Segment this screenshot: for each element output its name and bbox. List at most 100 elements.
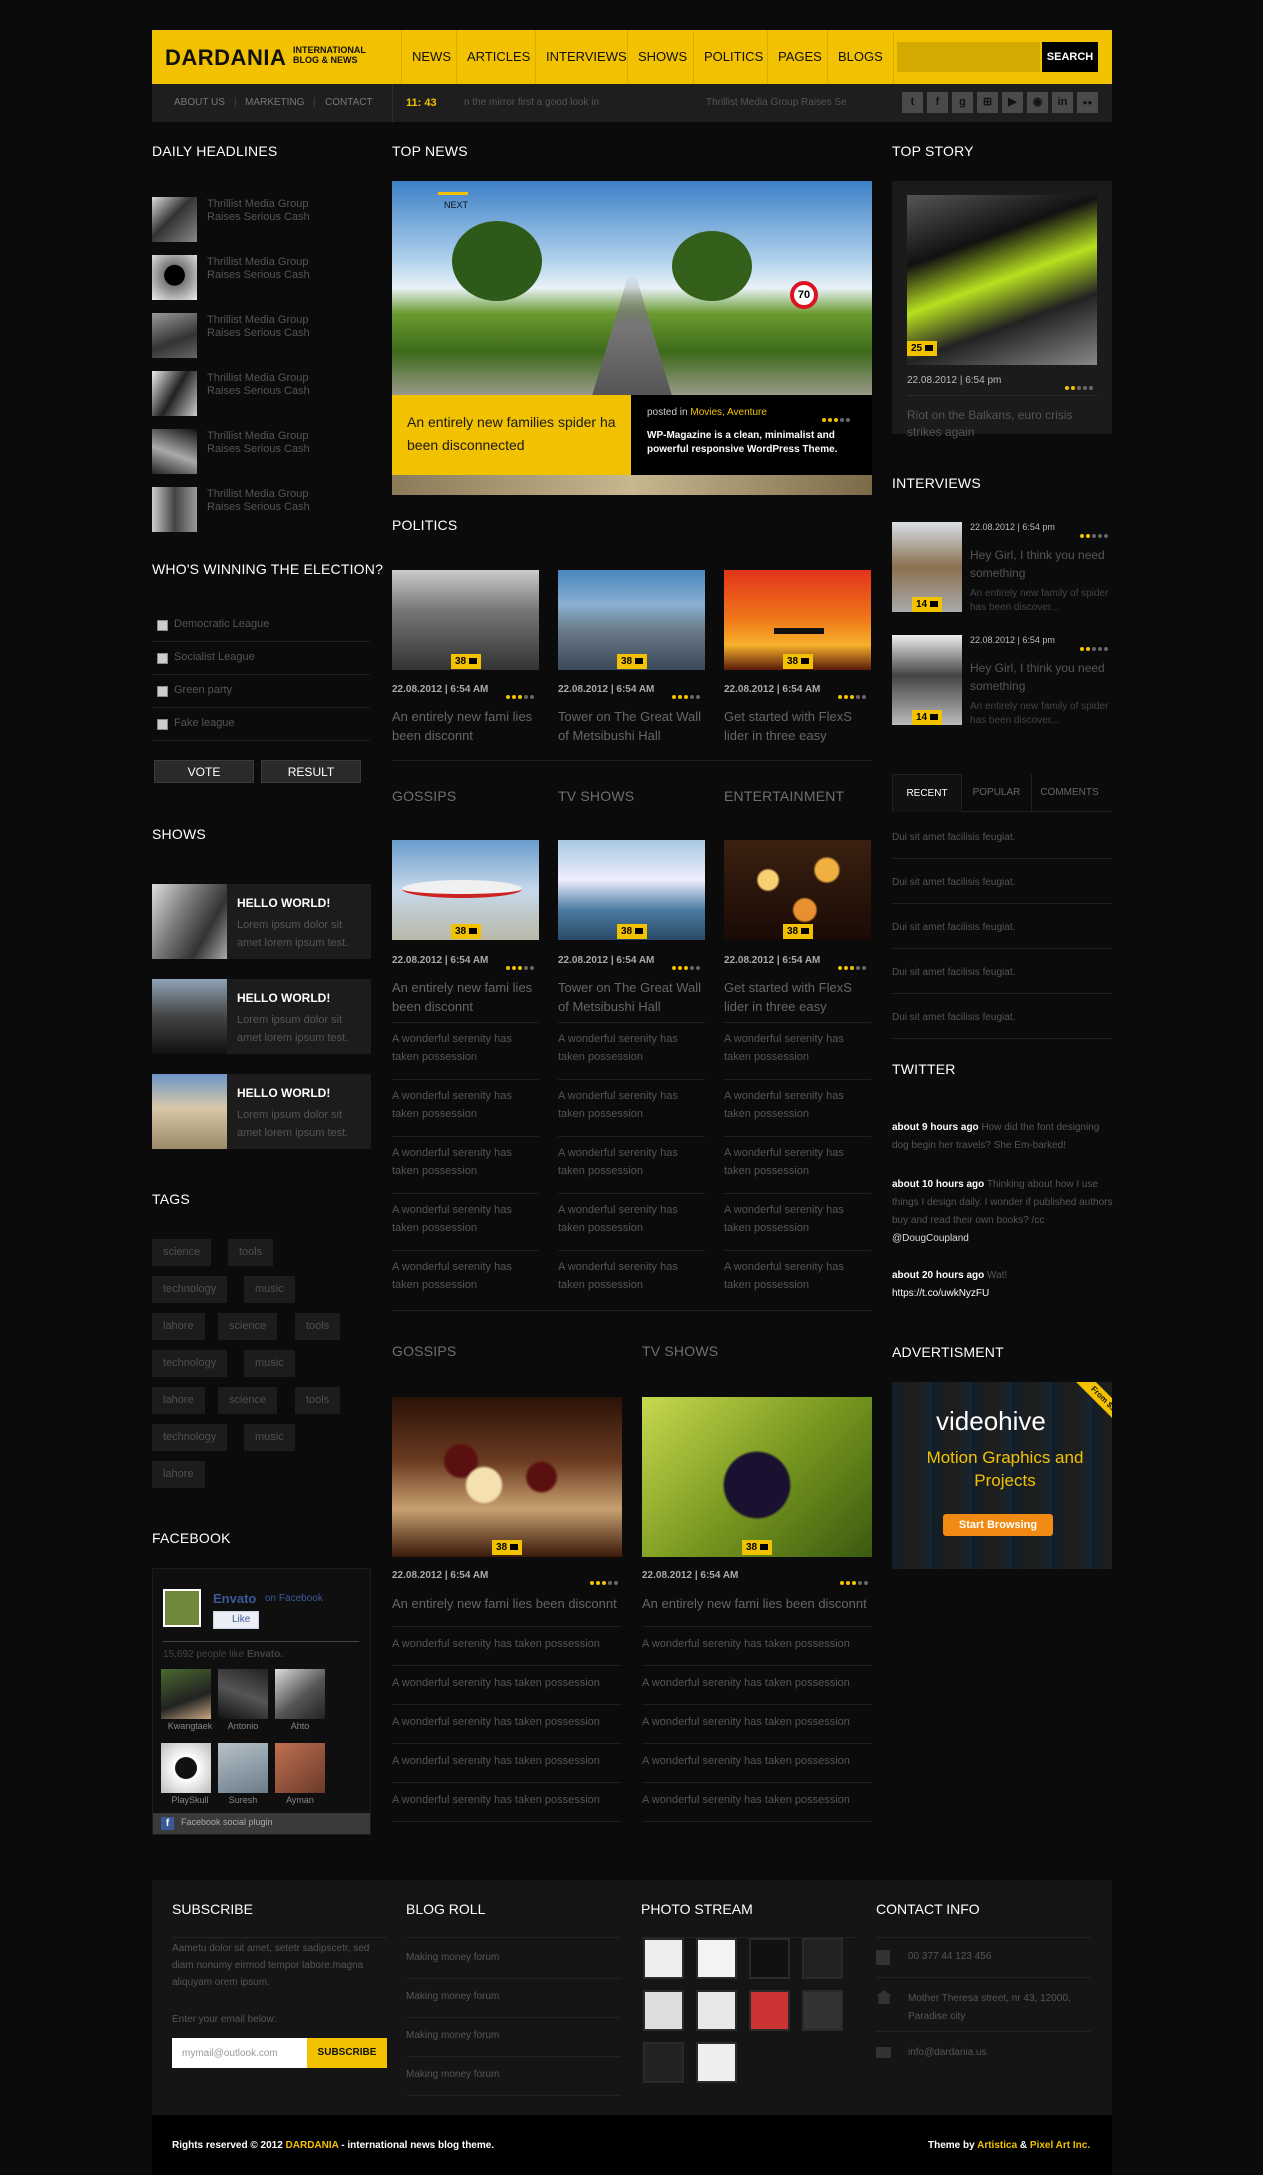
credit-link[interactable]: Pixel Art Inc. [1030, 2140, 1090, 2151]
blogroll-link[interactable]: Making money forum [406, 1991, 499, 2002]
checkbox[interactable] [157, 686, 168, 697]
fb-face[interactable] [218, 1669, 268, 1719]
ad-cta-button[interactable]: Start Browsing [943, 1514, 1053, 1536]
top-story-image[interactable] [907, 195, 1097, 365]
google-icon[interactable]: g [952, 92, 973, 113]
photo-thumb[interactable] [749, 1938, 790, 1979]
comment-badge[interactable]: 14 [912, 710, 943, 725]
list-item-link[interactable]: A wonderful serenity has taken possessio… [724, 1201, 864, 1237]
poll-option[interactable]: Democratic League [152, 609, 370, 642]
fb-face[interactable] [275, 1669, 325, 1719]
list-item-link[interactable]: A wonderful serenity has taken possessio… [724, 1258, 864, 1294]
list-item-link[interactable]: A wonderful serenity has taken possessio… [724, 1030, 864, 1066]
tag[interactable]: science [152, 1239, 212, 1266]
tag[interactable]: tools [295, 1387, 341, 1414]
tab-recent[interactable]: RECENT [892, 774, 962, 812]
tweet-link[interactable]: https://t.co/uwkNyzFU [892, 1288, 989, 1299]
headline-thumb[interactable] [152, 197, 197, 242]
list-item-link[interactable]: A wonderful serenity has taken possessio… [642, 1713, 872, 1731]
search-button[interactable]: SEARCH [1042, 42, 1098, 72]
list-item-link[interactable]: A wonderful serenity has taken possessio… [392, 1144, 532, 1180]
post-title[interactable]: An entirely new fami lies been disconnt [392, 1594, 632, 1613]
fb-page-name[interactable]: Envato [213, 1591, 256, 1606]
show-item[interactable]: HELLO WORLD! Lorem ipsum dolor sit amet … [152, 979, 371, 1054]
headline-link[interactable]: Thrillist Media Group Raises Serious Cas… [207, 314, 322, 340]
ad-banner[interactable]: From $5 videohive Motion Graphics and Pr… [892, 1382, 1112, 1569]
tag[interactable]: music [244, 1276, 295, 1303]
fb-face[interactable] [275, 1743, 325, 1793]
photo-thumb[interactable] [802, 1990, 843, 2031]
nav-shows[interactable]: SHOWS [627, 30, 697, 84]
email-input[interactable] [172, 2038, 307, 2068]
headline-thumb[interactable] [152, 371, 197, 416]
headline-link[interactable]: Thrillist Media Group Raises Serious Cas… [207, 372, 322, 398]
list-item-link[interactable]: A wonderful serenity has taken possessio… [392, 1030, 532, 1066]
headline-link[interactable]: Thrillist Media Group Raises Serious Cas… [207, 256, 322, 282]
checkbox[interactable] [157, 653, 168, 664]
nav-blogs[interactable]: BLOGS [827, 30, 894, 84]
slider-categories[interactable]: Movies, Aventure [690, 407, 767, 418]
headline-thumb[interactable] [152, 487, 197, 532]
comment-badge[interactable]: 38 [451, 654, 482, 669]
gossips-image[interactable] [392, 1397, 622, 1557]
list-item-link[interactable]: A wonderful serenity has taken possessio… [558, 1144, 698, 1180]
tweet-time[interactable]: about 9 hours ago [892, 1122, 979, 1133]
vote-button[interactable]: VOTE [154, 760, 254, 783]
list-item-link[interactable]: A wonderful serenity has taken possessio… [558, 1258, 698, 1294]
interview-title[interactable]: Hey Girl, I think you need something [970, 546, 1110, 582]
tag[interactable]: science [218, 1313, 278, 1340]
photo-thumb[interactable] [696, 1990, 737, 2031]
comment-badge[interactable]: 25 [907, 341, 938, 356]
slider-caption[interactable]: An entirely new families spider ha been … [407, 411, 622, 457]
list-item-link[interactable]: A wonderful serenity has taken possessio… [392, 1201, 532, 1237]
slider-indicator-active[interactable] [438, 192, 468, 195]
windows-icon[interactable]: ⊞ [977, 92, 998, 113]
list-item-link[interactable]: A wonderful serenity has taken possessio… [642, 1791, 872, 1809]
poll-option[interactable]: Fake league [152, 708, 370, 741]
post-title[interactable]: Get started with FlexS lider in three ea… [724, 978, 871, 1016]
result-button[interactable]: RESULT [261, 760, 361, 783]
nav-articles[interactable]: ARTICLES [456, 30, 540, 84]
list-item-link[interactable]: A wonderful serenity has taken possessio… [724, 1087, 864, 1123]
comment-badge[interactable]: 14 [912, 597, 943, 612]
comment-badge[interactable]: 38 [617, 654, 648, 669]
tab-comments[interactable]: COMMENTS [1032, 774, 1107, 812]
nav-news[interactable]: NEWS [401, 30, 461, 84]
recent-item[interactable]: Dui sit amet facilisis feugiat. [892, 1012, 1015, 1023]
post-title[interactable]: An entirely new fami lies been disconnt [392, 707, 539, 745]
list-item-link[interactable]: A wonderful serenity has taken possessio… [558, 1087, 698, 1123]
ticker-item[interactable]: n the mirror first a good look in [464, 84, 599, 122]
list-item-link[interactable]: A wonderful serenity has taken possessio… [558, 1201, 698, 1237]
show-item[interactable]: HELLO WORLD! Lorem ipsum dolor sit amet … [152, 1074, 371, 1149]
comment-badge[interactable]: 38 [783, 654, 814, 669]
poll-option[interactable]: Green party [152, 675, 370, 708]
comment-badge[interactable]: 38 [451, 924, 482, 939]
fb-plugin-label[interactable]: Facebook social plugin [181, 1817, 273, 1827]
rss-icon[interactable]: ◉ [1027, 92, 1048, 113]
post-title[interactable]: An entirely new fami lies been disconnt [642, 1594, 882, 1613]
copyright-brand[interactable]: DARDANIA [286, 2140, 339, 2151]
slider-next[interactable]: NEXT [444, 200, 468, 210]
comment-badge[interactable]: 38 [742, 1540, 773, 1555]
list-item-link[interactable]: A wonderful serenity has taken possessio… [642, 1752, 872, 1770]
ticker-item[interactable]: Thrillist Media Group Raises Se [706, 84, 847, 122]
show-item[interactable]: HELLO WORLD! Lorem ipsum dolor sit amet … [152, 884, 371, 959]
list-item-link[interactable]: A wonderful serenity has taken possessio… [392, 1258, 532, 1294]
blogroll-link[interactable]: Making money forum [406, 2030, 499, 2041]
tag[interactable]: technology [152, 1276, 228, 1303]
tweet-handle[interactable]: @DougCoupland [892, 1233, 969, 1244]
tag[interactable]: music [244, 1424, 295, 1451]
comment-badge[interactable]: 38 [617, 924, 648, 939]
tag[interactable]: technology [152, 1350, 228, 1377]
photo-thumb[interactable] [802, 1938, 843, 1979]
logo[interactable]: DARDANIA [165, 45, 286, 71]
post-title[interactable]: Tower on The Great Wall of Metsibushi Ha… [558, 707, 705, 745]
list-item-link[interactable]: A wonderful serenity has taken possessio… [392, 1674, 622, 1692]
blogroll-link[interactable]: Making money forum [406, 2069, 499, 2080]
list-item-link[interactable]: A wonderful serenity has taken possessio… [558, 1030, 698, 1066]
flickr-icon[interactable]: ●● [1077, 92, 1098, 113]
contact-email[interactable]: info@dardania.us [908, 2047, 987, 2058]
comment-badge[interactable]: 38 [783, 924, 814, 939]
blogroll-link[interactable]: Making money forum [406, 1952, 499, 1963]
sublink-contact[interactable]: CONTACT [325, 84, 373, 122]
